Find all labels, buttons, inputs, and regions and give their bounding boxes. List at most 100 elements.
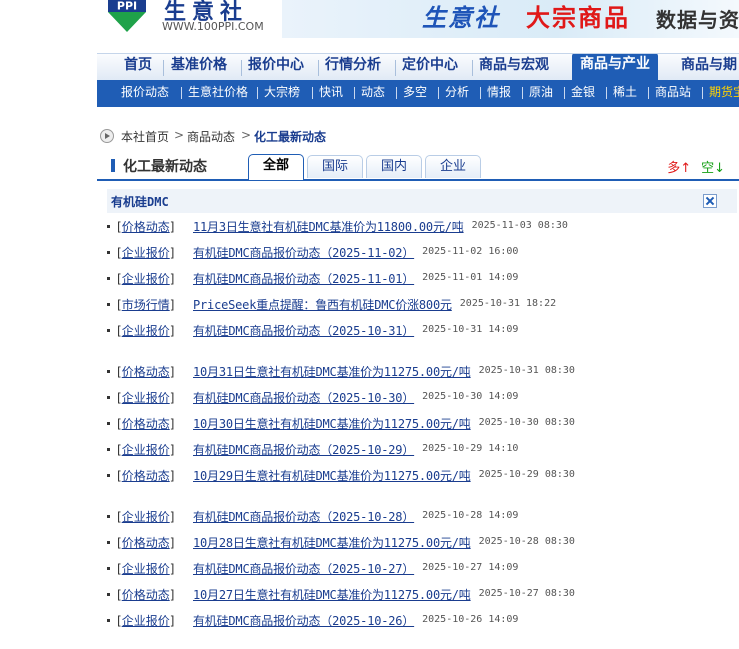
subnav-item[interactable]: 动态 bbox=[361, 80, 385, 104]
news-category: [企业报价] bbox=[117, 324, 175, 338]
news-item: [价格动态] 10月29日生意社有机硅DMC基准价为11275.00元/吨 2025… bbox=[107, 466, 739, 486]
news-title-link[interactable]: 10月31日生意社有机硅DMC基准价为11275.00元/吨 bbox=[193, 363, 471, 380]
news-category-link[interactable]: 价格动态 bbox=[122, 220, 170, 234]
news-category-link[interactable]: 企业报价 bbox=[122, 391, 170, 405]
subnav-divider bbox=[312, 87, 313, 99]
bullet-icon bbox=[107, 593, 110, 596]
news-category: [价格动态] bbox=[117, 469, 175, 483]
logo-icon[interactable]: PPI bbox=[106, 0, 148, 34]
subnav-item[interactable]: 金银 bbox=[571, 80, 595, 104]
bullet-icon bbox=[107, 474, 110, 477]
subnav-item[interactable]: 稀土 bbox=[613, 80, 637, 104]
news-title-link[interactable]: 10月30日生意社有机硅DMC基准价为11275.00元/吨 bbox=[193, 415, 471, 432]
breadcrumb-news[interactable]: 商品动态 bbox=[187, 128, 235, 145]
news-item: [企业报价] 有机硅DMC商品报价动态（2025-10-26） 2025-10-26… bbox=[107, 611, 739, 631]
subnav-item[interactable]: 情报 bbox=[487, 80, 511, 104]
news-title-link[interactable]: PriceSeek重点提醒：鲁西有机硅DMC价涨800元 bbox=[193, 296, 452, 313]
bullet-icon bbox=[107, 515, 110, 518]
subnav-divider bbox=[438, 87, 439, 99]
news-title-link[interactable]: 10月27日生意社有机硅DMC基准价为11275.00元/吨 bbox=[193, 586, 471, 603]
product-name: 有机硅DMC bbox=[111, 195, 169, 209]
news-time: 2025-10-31 14:09 bbox=[422, 324, 519, 335]
breadcrumb-home[interactable]: 本社首页 bbox=[121, 128, 169, 145]
news-title-link[interactable]: 有机硅DMC商品报价动态（2025-10-31） bbox=[193, 322, 414, 339]
news-time: 2025-10-28 14:09 bbox=[422, 510, 519, 521]
news-item: [企业报价] 有机硅DMC商品报价动态（2025-10-30） 2025-10-30… bbox=[107, 388, 739, 408]
nav-item-home[interactable]: 首页 bbox=[124, 54, 152, 81]
nav-divider bbox=[163, 60, 164, 76]
news-category-link[interactable]: 企业报价 bbox=[122, 246, 170, 260]
news-category-link[interactable]: 企业报价 bbox=[122, 324, 170, 338]
long-link[interactable]: 多↑ bbox=[667, 161, 691, 176]
subnav-divider bbox=[396, 87, 397, 99]
bullet-icon bbox=[107, 329, 110, 332]
news-category-link[interactable]: 企业报价 bbox=[122, 443, 170, 457]
nav-divider bbox=[472, 60, 473, 76]
subnav-divider bbox=[564, 87, 565, 99]
bullet-icon bbox=[107, 251, 110, 254]
news-time: 2025-10-29 08:30 bbox=[478, 469, 575, 480]
subnav-item[interactable]: 报价动态 bbox=[121, 80, 169, 104]
news-category-link[interactable]: 价格动态 bbox=[122, 469, 170, 483]
tab-all[interactable]: 全部 bbox=[248, 154, 304, 180]
news-category: [企业报价] bbox=[117, 246, 175, 260]
nav-item-quotes[interactable]: 报价中心 bbox=[248, 54, 304, 81]
news-title-link[interactable]: 有机硅DMC商品报价动态（2025-11-01） bbox=[193, 270, 414, 287]
product-section-header: 有机硅DMC bbox=[107, 189, 737, 213]
news-category-link[interactable]: 市场行情 bbox=[122, 298, 170, 312]
subnav-item[interactable]: 多空 bbox=[403, 80, 427, 104]
news-category-link[interactable]: 价格动态 bbox=[122, 588, 170, 602]
news-title-link[interactable]: 有机硅DMC商品报价动态（2025-10-30） bbox=[193, 389, 414, 406]
news-category-link[interactable]: 企业报价 bbox=[122, 614, 170, 628]
nav-divider bbox=[318, 60, 319, 76]
nav-item-macro[interactable]: 商品与宏观 bbox=[479, 54, 549, 81]
news-title-link[interactable]: 有机硅DMC商品报价动态（2025-10-26） bbox=[193, 612, 414, 629]
banner-text-3: 数据与资 bbox=[656, 8, 739, 32]
subnav-item[interactable]: 分析 bbox=[445, 80, 469, 104]
tab-enterprise[interactable]: 企业 bbox=[425, 155, 481, 178]
news-title-link[interactable]: 11月3日生意社有机硅DMC基准价为11800.00元/吨 bbox=[193, 218, 464, 235]
news-time: 2025-11-01 14:09 bbox=[422, 272, 519, 283]
nav-item-industry[interactable]: 商品与产业 bbox=[572, 54, 658, 81]
news-tabbar: 化工最新动态 全部 国际 国内 企业 多↑ 空↓ bbox=[97, 153, 739, 181]
news-category-link[interactable]: 价格动态 bbox=[122, 536, 170, 550]
short-link[interactable]: 空↓ bbox=[701, 161, 725, 176]
news-category: [企业报价] bbox=[117, 562, 175, 576]
nav-item-pricing[interactable]: 定价中心 bbox=[402, 54, 458, 81]
tab-international[interactable]: 国际 bbox=[307, 155, 363, 178]
news-category-link[interactable]: 企业报价 bbox=[122, 272, 170, 286]
news-category-link[interactable]: 价格动态 bbox=[122, 365, 170, 379]
subnav-divider bbox=[181, 87, 182, 99]
close-icon[interactable] bbox=[703, 194, 717, 208]
banner-text-1: 生意社 bbox=[422, 4, 500, 32]
nav-item-analysis[interactable]: 行情分析 bbox=[325, 54, 381, 81]
subnav-item[interactable]: 大宗榜 bbox=[264, 80, 300, 104]
tab-domestic[interactable]: 国内 bbox=[366, 155, 422, 178]
news-title-link[interactable]: 有机硅DMC商品报价动态（2025-10-27） bbox=[193, 560, 414, 577]
header-banner[interactable]: 生意社 大宗商品 数据与资 bbox=[282, 0, 739, 38]
news-title-link[interactable]: 有机硅DMC商品报价动态（2025-10-29） bbox=[193, 441, 414, 458]
news-category-link[interactable]: 企业报价 bbox=[122, 562, 170, 576]
subnav-divider bbox=[648, 87, 649, 99]
subnav-item[interactable]: 商品站 bbox=[655, 80, 691, 104]
news-category-link[interactable]: 企业报价 bbox=[122, 510, 170, 524]
bullet-icon bbox=[107, 448, 110, 451]
nav-item-futures[interactable]: 商品与期 bbox=[681, 54, 737, 81]
site-url: WWW.100PPI.COM bbox=[162, 20, 264, 33]
logo-text: PPI bbox=[117, 0, 137, 13]
nav-divider bbox=[395, 60, 396, 76]
news-title-link[interactable]: 有机硅DMC商品报价动态（2025-11-02） bbox=[193, 244, 414, 261]
news-item: [价格动态] 11月3日生意社有机硅DMC基准价为11800.00元/吨 2025-… bbox=[107, 217, 739, 237]
news-item: [企业报价] 有机硅DMC商品报价动态（2025-10-27） 2025-10-27… bbox=[107, 559, 739, 579]
news-title-link[interactable]: 10月28日生意社有机硅DMC基准价为11275.00元/吨 bbox=[193, 534, 471, 551]
nav-divider bbox=[241, 60, 242, 76]
news-category-link[interactable]: 价格动态 bbox=[122, 417, 170, 431]
subnav-item-hot[interactable]: 期货宝 bbox=[709, 80, 739, 104]
subnav-item[interactable]: 生意社价格 bbox=[188, 80, 248, 104]
subnav-item[interactable]: 快讯 bbox=[319, 80, 343, 104]
subnav-divider bbox=[606, 87, 607, 99]
nav-item-benchmark[interactable]: 基准价格 bbox=[171, 54, 227, 81]
subnav-item[interactable]: 原油 bbox=[529, 80, 553, 104]
news-title-link[interactable]: 10月29日生意社有机硅DMC基准价为11275.00元/吨 bbox=[193, 467, 471, 484]
news-title-link[interactable]: 有机硅DMC商品报价动态（2025-10-28） bbox=[193, 508, 414, 525]
